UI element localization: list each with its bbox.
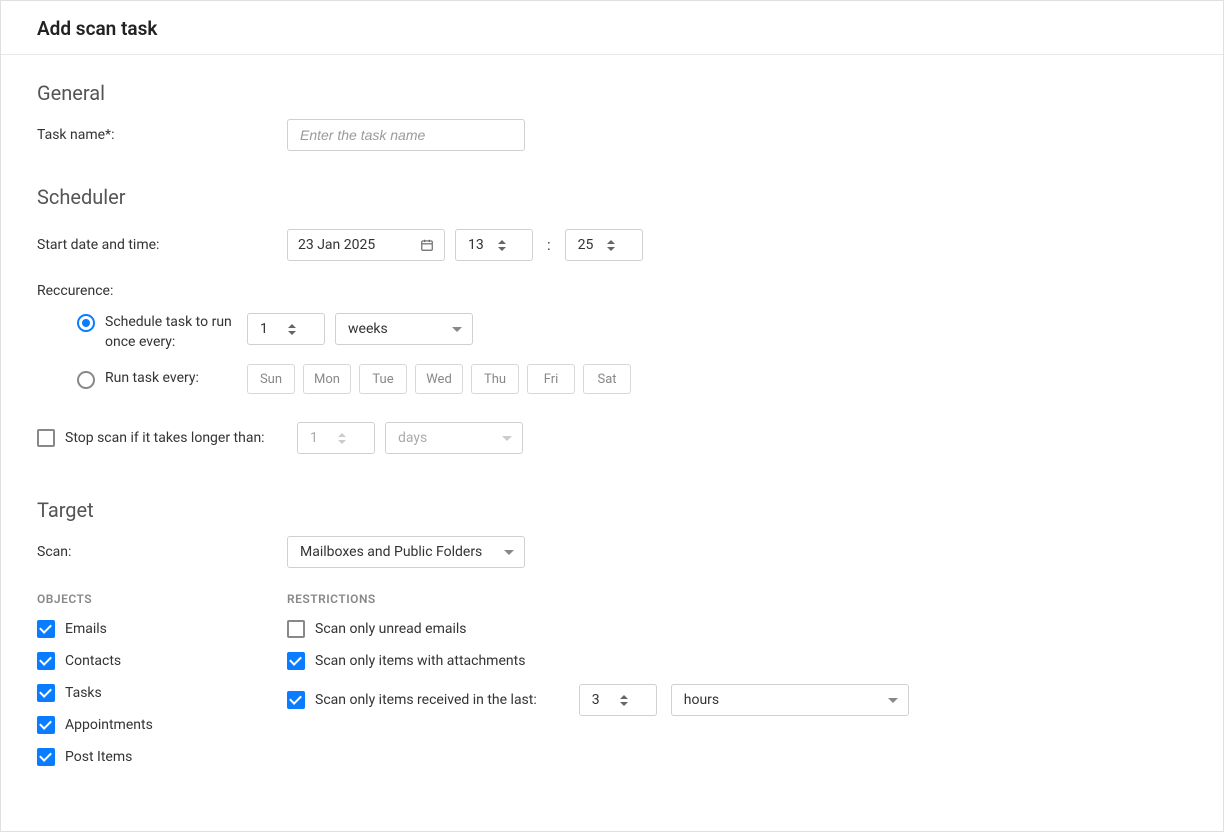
day-chip-fri[interactable]: Fri [527,364,575,394]
start-date-input[interactable]: 23 Jan 2025 [287,229,445,261]
chevron-down-icon[interactable] [338,440,346,444]
stop-value-input[interactable]: 1 [297,422,375,454]
schedule-unit-value: weeks [348,321,388,337]
schedule-unit-select[interactable]: weeks [335,313,473,345]
section-title-scheduler: Scheduler [37,185,1187,209]
object-label-emails: Emails [65,621,107,637]
day-chip-wed[interactable]: Wed [415,364,463,394]
day-chip-sat[interactable]: Sat [583,364,631,394]
chevron-down-icon [888,698,898,703]
radio-run-every-label: Run task every: [105,369,199,389]
checkbox-appointments[interactable] [37,716,55,734]
start-date-value: 23 Jan 2025 [298,237,375,253]
chevron-down-icon [504,550,514,555]
checkbox-emails[interactable] [37,620,55,638]
day-chip-thu[interactable]: Thu [471,364,519,394]
received-value: 3 [580,692,618,708]
scan-label: Scan: [37,544,287,560]
stop-unit-select[interactable]: days [385,422,523,454]
chevron-down-icon[interactable] [498,247,506,251]
received-value-input[interactable]: 3 [579,684,657,716]
stop-unit-value: days [398,430,427,446]
time-colon: : [543,236,555,254]
checkbox-scan-unread[interactable] [287,620,305,638]
chevron-down-icon [502,436,512,441]
page-header: Add scan task [1,1,1223,55]
task-name-label: Task name*: [37,127,287,143]
page-title: Add scan task [37,17,1187,40]
restriction-attachments-label: Scan only items with attachments [315,653,525,669]
chevron-down-icon [452,327,462,332]
received-unit-value: hours [684,692,719,708]
section-title-general: General [37,81,1187,105]
hour-value: 13 [456,237,496,253]
minute-value: 25 [566,237,606,253]
restrictions-heading: RESTRICTIONS [287,592,1187,606]
schedule-interval-value: 1 [248,321,286,337]
chevron-up-icon[interactable] [607,240,615,244]
checkbox-scan-received[interactable] [287,691,305,709]
chevron-down-icon[interactable] [607,247,615,251]
scan-target-value: Mailboxes and Public Folders [300,544,482,560]
chevron-down-icon[interactable] [288,331,296,335]
calendar-icon [420,238,434,252]
stop-scan-label: Stop scan if it takes longer than: [65,430,265,446]
day-chip-mon[interactable]: Mon [303,364,351,394]
stop-value: 1 [298,430,336,446]
restriction-received-label: Scan only items received in the last: [315,692,537,708]
chevron-up-icon[interactable] [498,240,506,244]
section-title-target: Target [37,498,1187,522]
checkbox-scan-attachments[interactable] [287,652,305,670]
chevron-down-icon[interactable] [620,702,628,706]
chevron-up-icon[interactable] [620,695,628,699]
objects-heading: OBJECTS [37,592,287,606]
checkbox-post-items[interactable] [37,748,55,766]
scan-target-select[interactable]: Mailboxes and Public Folders [287,536,525,568]
day-chip-tue[interactable]: Tue [359,364,407,394]
start-date-label: Start date and time: [37,237,287,253]
chevron-up-icon[interactable] [338,433,346,437]
stop-scan-checkbox[interactable] [37,429,55,447]
day-chips: Sun Mon Tue Wed Thu Fri Sat [247,364,631,394]
radio-schedule-once-label: Schedule task to run once every: [105,313,247,352]
restriction-unread-label: Scan only unread emails [315,621,467,637]
object-label-appointments: Appointments [65,717,153,733]
checkbox-contacts[interactable] [37,652,55,670]
received-unit-select[interactable]: hours [671,684,909,716]
chevron-up-icon[interactable] [288,324,296,328]
minute-input[interactable]: 25 [565,229,643,261]
object-label-post-items: Post Items [65,749,132,765]
recurrence-label: Reccurence: [37,283,1187,299]
checkbox-tasks[interactable] [37,684,55,702]
radio-schedule-once[interactable] [77,314,95,332]
object-label-tasks: Tasks [65,685,102,701]
day-chip-sun[interactable]: Sun [247,364,295,394]
radio-run-every[interactable] [77,371,95,389]
schedule-interval-input[interactable]: 1 [247,313,325,345]
hour-input[interactable]: 13 [455,229,533,261]
object-label-contacts: Contacts [65,653,121,669]
task-name-input[interactable] [287,119,525,151]
